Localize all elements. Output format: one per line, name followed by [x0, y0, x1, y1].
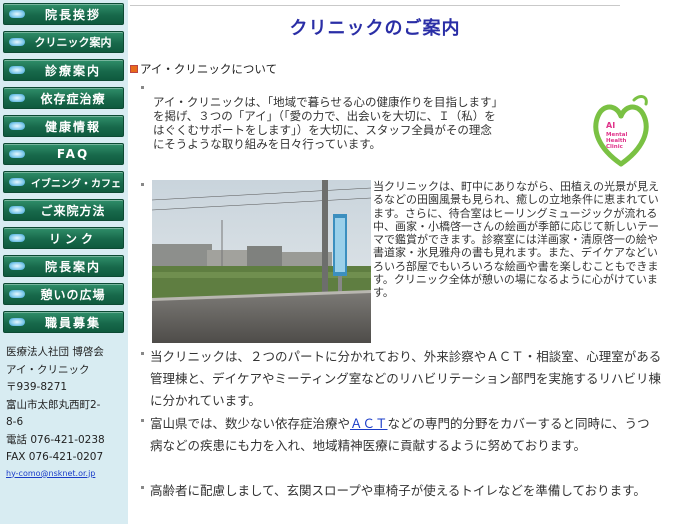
- pill-dot-icon: [9, 178, 25, 186]
- logo-text-ai: AI: [606, 121, 615, 130]
- street-address-1: 富山市太郎丸西町2-: [6, 398, 101, 411]
- fax-number: FAX 076-421-0207: [6, 451, 104, 463]
- nav-button-director[interactable]: 院長案内: [3, 255, 124, 277]
- clinic-address: 医療法人社団 博啓会 アイ・クリニック 〒939-8271 富山市太郎丸西町2-…: [6, 344, 124, 481]
- nav-button-addiction[interactable]: 依存症治療: [3, 87, 124, 109]
- corp-name: 医療法人社団 博啓会: [6, 346, 104, 358]
- nav-button-evening-cafe[interactable]: イブニング・カフェ: [3, 171, 124, 193]
- street-address-2: 8-6: [6, 416, 24, 428]
- nav-button-consultation[interactable]: 診療案内: [3, 59, 124, 81]
- pill-dot-icon: [9, 66, 25, 74]
- page-title: クリニックのご案内: [289, 18, 461, 39]
- toyama-paragraph: 富山県では、数少ない依存症治療やＡＣＴなどの専門的分野をカバーすると同時に、うつ…: [150, 413, 662, 457]
- nav-button-links[interactable]: リンク: [3, 227, 124, 249]
- pill-dot-icon: [9, 234, 25, 242]
- clinic-name: アイ・クリニック: [6, 363, 90, 376]
- intro-paragraph: アイ・クリニックは、「地域で暮らせる心の健康作りを目指します」を掲げ、３つの「ア…: [153, 95, 503, 151]
- act-link[interactable]: ＡＣＴ: [350, 416, 388, 431]
- nav-button-clinic-info[interactable]: クリニック案内: [3, 31, 124, 53]
- nav-button-access[interactable]: ご来院方法: [3, 199, 124, 221]
- email-link[interactable]: hy-como@nsknet.or.jp: [6, 467, 124, 481]
- phone-number: 電話 076-421-0238: [6, 433, 105, 446]
- gray-dot-icon: [141, 352, 144, 355]
- gray-dot-icon: [141, 86, 144, 89]
- nav-button-greeting[interactable]: 院長挨拶: [3, 3, 124, 25]
- parts-paragraph: 当クリニックは、２つのパートに分かれており、外来診察やＡＣＴ・相談室、心理室があ…: [150, 349, 662, 408]
- title-divider: [130, 5, 620, 6]
- clinic-photo: [152, 180, 371, 343]
- clinic-logo: AI Mental Health Clinic: [593, 95, 649, 167]
- nav-button-health-info[interactable]: 健康情報: [3, 115, 124, 137]
- nav-button-plaza[interactable]: 憩いの広場: [3, 283, 124, 305]
- nav-button-recruit[interactable]: 職員募集: [3, 311, 124, 333]
- postal-code: 〒939-8271: [6, 381, 68, 393]
- gray-dot-icon: [141, 419, 144, 422]
- toyama-text-before: 富山県では、数少ない依存症治療や: [150, 416, 351, 431]
- section-heading-text: アイ・クリニックについて: [140, 62, 278, 76]
- section-heading: アイ・クリニックについて: [130, 61, 277, 77]
- pill-dot-icon: [9, 262, 25, 270]
- nav-button-faq[interactable]: FAQ: [3, 143, 124, 165]
- pill-dot-icon: [9, 94, 25, 102]
- pill-dot-icon: [9, 38, 25, 46]
- gray-dot-icon: [141, 183, 144, 186]
- pill-dot-icon: [9, 318, 25, 326]
- logo-text-clinic: Clinic: [606, 144, 623, 150]
- barrier-free-paragraph: 高齢者に配慮しまして、玄関スロープや車椅子が使えるトイレなどを準備しております。: [150, 483, 646, 498]
- sidebar: 院長挨拶 クリニック案内 診療案内 依存症治療 健康情報 FAQ イブニング・カ…: [0, 0, 128, 524]
- orange-square-icon: [130, 65, 138, 73]
- pill-dot-icon: [9, 290, 25, 298]
- pill-dot-icon: [9, 206, 25, 214]
- pill-dot-icon: [9, 150, 25, 158]
- pill-dot-icon: [9, 122, 25, 130]
- gray-dot-icon: [141, 486, 144, 489]
- location-paragraph: 当クリニックは、町中にありながら、田植えの光景が見えるなどの田園風景も見られ、癒…: [373, 180, 659, 300]
- pill-dot-icon: [9, 10, 25, 18]
